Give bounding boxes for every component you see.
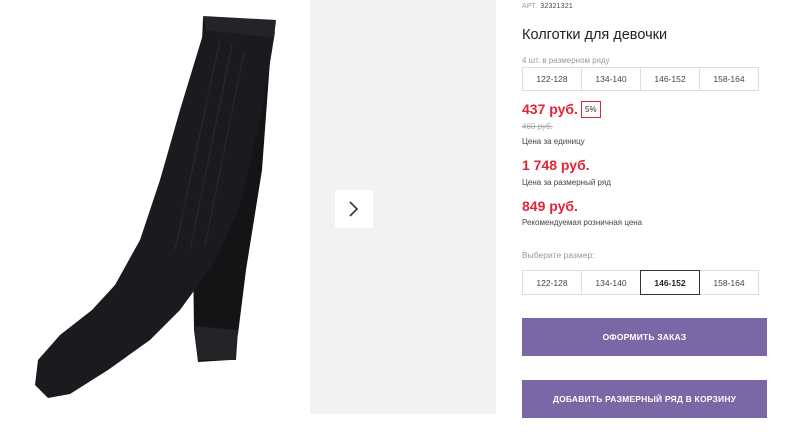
article-number: АРТ. 32321321 [522,3,573,10]
product-title: Колготки для девочки [522,27,668,43]
article-label: АРТ. [522,3,538,10]
size-option-selected[interactable]: 146-152 [640,270,700,295]
old-price: 460 руб. [522,122,553,131]
retail-price: 849 руб. [522,198,578,214]
discount-badge: 5% [581,101,601,118]
unit-price-label: Цена за единицу [522,137,585,146]
size-select-label: Выберите размер: [522,250,595,260]
unit-price: 437 руб. [522,101,578,117]
pack-size-item: 146-152 [640,67,700,91]
black-tights-image [35,16,276,398]
gallery-next-button[interactable] [335,190,373,228]
row-price-label: Цена за размерный ряд [522,178,611,187]
pack-size-item: 158-164 [699,67,759,91]
retail-price-label: Рекомендуемая розничная цена [522,218,643,227]
pack-note: 4 шт. в размерном ряду [522,56,610,65]
pack-size-row: 122-128 134-140 146-152 158-164 [522,67,759,91]
pack-size-item: 122-128 [522,67,582,91]
size-option[interactable]: 158-164 [699,270,759,295]
order-button[interactable]: ОФОРМИТЬ ЗАКАЗ [522,318,767,356]
chevron-right-icon [349,201,359,217]
product-main-photo [0,0,310,414]
size-selector: 122-128 134-140 146-152 158-164 [522,270,759,295]
pack-size-item: 134-140 [581,67,641,91]
row-price: 1 748 руб. [522,157,590,173]
size-option[interactable]: 134-140 [581,270,641,295]
add-size-row-to-cart-button[interactable]: ДОБАВИТЬ РАЗМЕРНЫЙ РЯД В КОРЗИНУ [522,380,767,418]
article-value: 32321321 [540,3,574,10]
product-gallery [0,0,496,414]
size-option[interactable]: 122-128 [522,270,582,295]
